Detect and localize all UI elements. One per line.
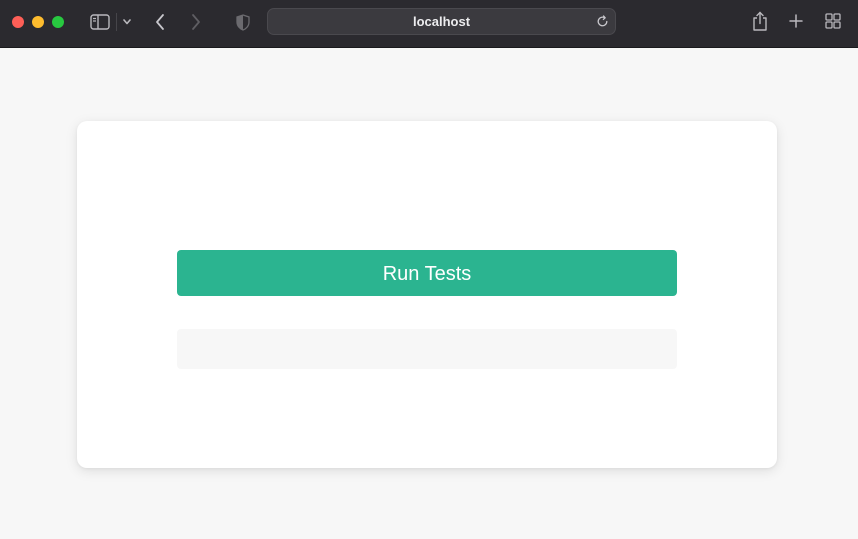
chevron-down-icon [123,19,131,25]
shield-icon [236,13,250,31]
test-runner-card: Run Tests [77,121,777,468]
back-icon [156,14,164,30]
test-results-panel [177,329,677,369]
plus-icon [789,14,803,28]
toolbar-divider [116,13,117,31]
minimize-window-button[interactable] [32,16,44,28]
close-window-button[interactable] [12,16,24,28]
browser-toolbar: localhost [0,0,858,48]
tab-overview-icon [825,13,841,29]
sidebar-menu-button[interactable] [120,14,134,30]
address-text: localhost [412,14,471,29]
run-tests-button[interactable]: Run Tests [177,250,677,296]
share-icon [753,11,767,31]
back-button[interactable] [150,10,170,34]
privacy-report-button[interactable] [234,12,252,32]
reload-icon [597,14,607,26]
sidebar-icon [90,14,110,30]
new-tab-button[interactable] [787,12,805,30]
sidebar-toggle-button[interactable] [88,12,112,32]
maximize-window-button[interactable] [52,16,64,28]
tab-overview-button[interactable] [824,12,842,30]
forward-button[interactable] [186,10,206,34]
reload-button[interactable] [594,13,610,29]
forward-icon [192,14,200,30]
address-bar[interactable]: localhost [267,8,616,35]
share-button[interactable] [750,9,770,33]
